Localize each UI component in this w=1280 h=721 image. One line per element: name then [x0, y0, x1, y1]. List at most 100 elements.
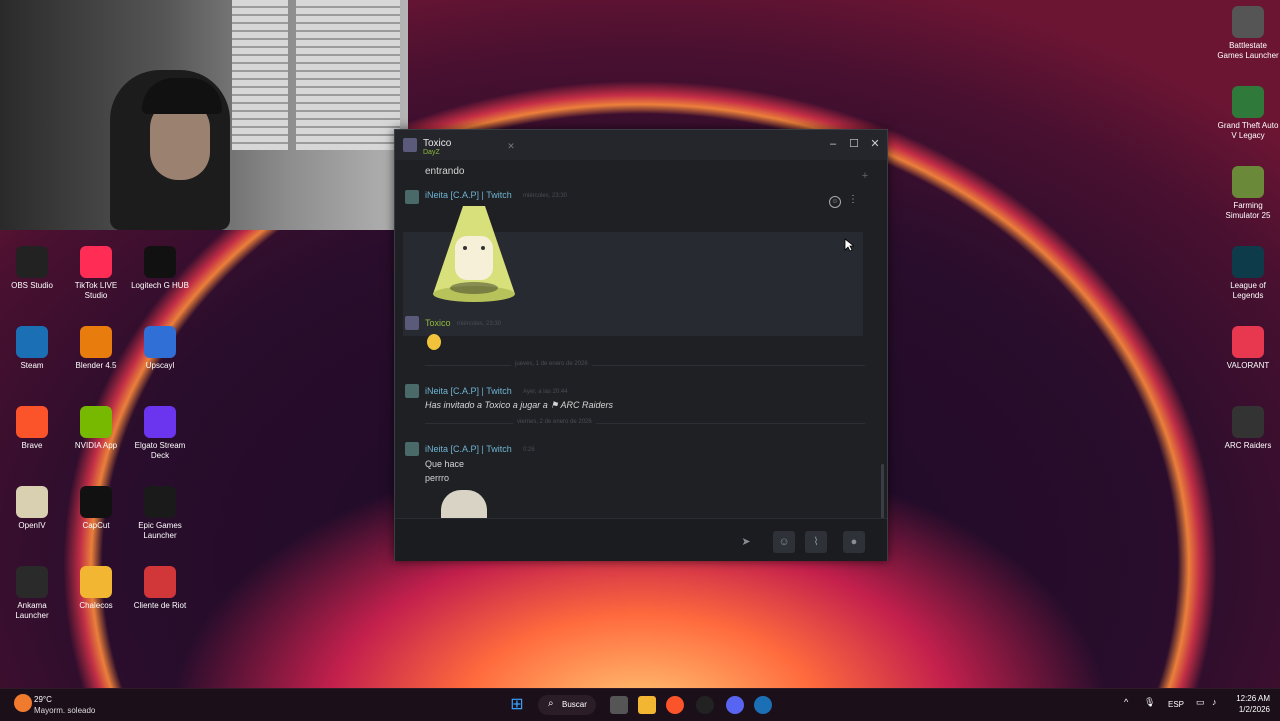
scrollbar[interactable] [881, 464, 884, 520]
attach-icon[interactable]: ⌇ [805, 531, 827, 553]
clock-time[interactable]: 12:26 AM [1232, 694, 1270, 703]
more-options-icon[interactable]: ⋮ [848, 194, 858, 205]
desktop-icon-label: Brave [21, 441, 43, 450]
message-author[interactable]: iNeita [C.A.P] | Twitch [425, 190, 512, 200]
desktop-icon-label: Steam [20, 361, 44, 370]
desktop-icon-label: OBS Studio [11, 281, 53, 290]
desktop-icon-label: Elgato Stream Deck [134, 441, 186, 460]
minimize-icon[interactable]: – [825, 136, 841, 152]
windows-start-icon[interactable]: ⊞ [508, 696, 526, 714]
author-avatar[interactable] [405, 442, 419, 456]
desktop-icon-battlestate[interactable]: Battlestate Games Launcher [1216, 6, 1280, 61]
chat-friend-status: DayZ [423, 149, 440, 156]
desktop-icon-label: TikTok LIVE Studio [74, 281, 118, 300]
game-icon: ⚑ [550, 400, 559, 410]
tray-chevron-icon[interactable]: ^ [1124, 697, 1128, 707]
desktop-icon-gta[interactable]: Grand Theft Auto V Legacy [1216, 86, 1280, 141]
webcam-background-shutter [232, 0, 288, 150]
desktop-icon-nvidia[interactable]: NVIDIA App [64, 406, 128, 451]
author-avatar[interactable] [405, 384, 419, 398]
nvidia-icon [80, 406, 112, 438]
desktop-icon-label: Chalecos [79, 601, 113, 610]
weather-desc[interactable]: Mayorm. soleado [34, 706, 95, 715]
mouse-cursor [844, 238, 854, 252]
maximize-icon[interactable]: ☐ [846, 136, 862, 152]
message-list[interactable]: entrando + iNeita [C.A.P] | Twitch miérc… [395, 160, 887, 520]
message-author[interactable]: iNeita [C.A.P] | Twitch [425, 386, 512, 396]
desktop-icon-ankama[interactable]: Ankama Launcher [0, 566, 64, 621]
desktop-icon-tiktok[interactable]: TikTok LIVE Studio [64, 246, 128, 301]
blender-icon [80, 326, 112, 358]
desktop-icon-lol[interactable]: League of Legends [1216, 246, 1280, 301]
desktop-icon-riot[interactable]: Cliente de Riot [128, 566, 192, 611]
desktop-icon-blender[interactable]: Blender 4.5 [64, 326, 128, 371]
file-explorer-icon[interactable] [638, 696, 656, 714]
desktop-icon-farming[interactable]: Farming Simulator 25 [1216, 166, 1280, 221]
brave-taskbar-icon[interactable] [666, 696, 684, 714]
close-tab-icon[interactable]: ✕ [503, 138, 519, 154]
author-avatar[interactable] [405, 190, 419, 204]
desktop-icon-epic[interactable]: Epic Games Launcher [128, 486, 192, 541]
message-time: Ayer, a las 20:44 [523, 389, 568, 395]
desktop-icon-logitech[interactable]: Logitech G HUB [128, 246, 192, 291]
microphone-icon[interactable]: 🎙 [1144, 697, 1155, 708]
logitech-icon [144, 246, 176, 278]
desktop-icon-streamdeck[interactable]: Elgato Stream Deck [128, 406, 192, 461]
desktop-icon-label: Upscayl [145, 361, 175, 370]
network-icon[interactable]: ▭ [1196, 697, 1205, 708]
voice-icon[interactable]: ● [843, 531, 865, 553]
discord-taskbar-icon[interactable] [726, 696, 744, 714]
sticker-partial [441, 490, 487, 520]
desktop-icon-openiv[interactable]: OpenIV [0, 486, 64, 531]
message-input[interactable] [399, 525, 731, 555]
search-box[interactable]: ⌕ Buscar [538, 695, 596, 715]
message-time: 0:26 [523, 447, 535, 453]
taskbar: 29°C Mayorm. soleado ⊞ ⌕ Buscar ^ 🎙 ESP … [0, 688, 1280, 721]
reaction-icon[interactable]: ☺ [829, 196, 841, 208]
desktop-icon-upscayl[interactable]: Upscayl [128, 326, 192, 371]
message-text: entrando [425, 166, 465, 177]
desktop-icon-brave[interactable]: Brave [0, 406, 64, 451]
search-icon: ⌕ [548, 698, 554, 709]
message-text: perrro [425, 473, 450, 483]
chat-titlebar[interactable]: Toxico DayZ ✕ – ☐ ✕ [395, 130, 887, 160]
steam-chat-window[interactable]: Toxico DayZ ✕ – ☐ ✕ entrando + iNeita [C… [394, 129, 888, 561]
desktop-icon-folder[interactable]: Chalecos [64, 566, 128, 611]
weather-icon[interactable] [14, 694, 32, 712]
desktop-icon-valorant[interactable]: VALORANT [1216, 326, 1280, 371]
desktop-icon-steam[interactable]: Steam [0, 326, 64, 371]
desktop-icon-obs[interactable]: OBS Studio [0, 246, 64, 291]
language-indicator[interactable]: ESP [1168, 700, 1184, 709]
clock-date[interactable]: 1/2/2026 [1232, 705, 1270, 714]
steam-taskbar-icon[interactable] [754, 696, 772, 714]
task-view-icon[interactable] [610, 696, 628, 714]
send-icon[interactable]: ➤ [735, 531, 757, 553]
emoji-chick [427, 334, 441, 350]
desktop-icon-label: Battlestate Games Launcher [1217, 41, 1279, 60]
desktop-icon-capcut[interactable]: CapCut [64, 486, 128, 531]
desktop-icon-arc-raiders[interactable]: ARC Raiders [1216, 406, 1280, 451]
author-avatar[interactable] [405, 316, 419, 330]
desktop-icon-label: Farming Simulator 25 [1225, 201, 1271, 220]
message-time: miércoles, 23:30 [523, 193, 568, 199]
invite-game[interactable]: ARC Raiders [561, 400, 614, 410]
date-divider [425, 365, 865, 366]
game-invite-text: Has invitado a Toxico a jugar a ⚑ ARC Ra… [425, 400, 613, 411]
brave-icon [16, 406, 48, 438]
message-author[interactable]: Toxico [425, 318, 451, 328]
message-author[interactable]: iNeita [C.A.P] | Twitch [425, 444, 512, 454]
weather-temp[interactable]: 29°C [34, 695, 52, 704]
desktop-icon-label: Blender 4.5 [75, 361, 117, 370]
lol-icon [1232, 246, 1264, 278]
obs-taskbar-icon[interactable] [696, 696, 714, 714]
date-divider-label: viernes, 2 de enero de 2026 [513, 419, 596, 425]
close-window-icon[interactable]: ✕ [867, 136, 883, 152]
desktop-icon-label: Grand Theft Auto V Legacy [1217, 121, 1279, 140]
volume-icon[interactable]: ♪ [1212, 697, 1217, 707]
desktop-icon-label: League of Legends [1230, 281, 1266, 300]
message-time: miércoles, 23:30 [457, 321, 502, 327]
epic-icon [144, 486, 176, 518]
emoticon-icon[interactable]: ☺ [773, 531, 795, 553]
message-input-bar[interactable]: ➤ ☺ ⌇ ● [395, 518, 887, 561]
add-friend-icon[interactable]: + [857, 168, 873, 184]
